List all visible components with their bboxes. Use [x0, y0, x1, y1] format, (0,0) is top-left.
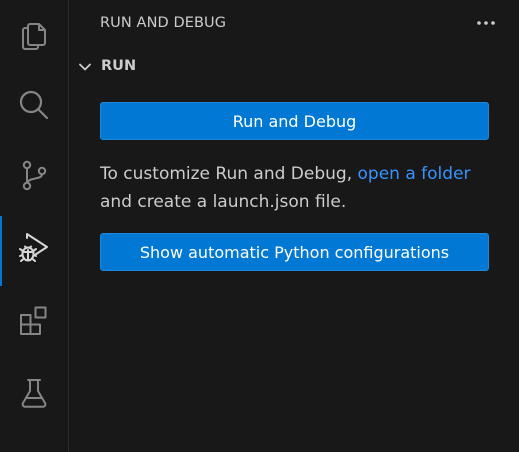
activity-search[interactable]	[0, 70, 68, 140]
files-icon	[22, 23, 46, 50]
vscode-window: RUN AND DEBUG RUN Run and Debug To custo…	[0, 0, 519, 452]
activity-source-control[interactable]	[0, 140, 68, 210]
open-folder-link[interactable]: open a folder	[358, 164, 471, 184]
activity-testing[interactable]	[0, 358, 68, 428]
extensions-icon	[20, 306, 47, 335]
activity-run-and-debug[interactable]	[0, 212, 68, 286]
welcome-message: To customize Run and Debug, open a folde…	[100, 160, 500, 216]
chevron-down-icon	[79, 63, 91, 71]
activity-bar	[0, 0, 69, 452]
message-text-2: and create a launch.json file.	[100, 192, 347, 212]
source-control-icon	[22, 160, 47, 191]
ellipsis-icon	[477, 21, 495, 25]
sidebar-header: RUN AND DEBUG	[70, 0, 519, 46]
activity-extensions[interactable]	[0, 286, 68, 356]
run-debug-icon	[19, 233, 48, 262]
show-python-configurations-button[interactable]: Show automatic Python configurations	[100, 233, 489, 271]
flask-icon	[21, 379, 47, 408]
activity-explorer[interactable]	[0, 0, 68, 70]
run-and-debug-button[interactable]: Run and Debug	[100, 102, 489, 140]
message-text: To customize Run and Debug,	[100, 164, 358, 184]
search-icon	[19, 90, 49, 120]
section-title: RUN	[101, 58, 137, 74]
sidebar-title: RUN AND DEBUG	[100, 15, 227, 31]
more-actions-button[interactable]	[473, 12, 499, 34]
run-and-debug-sidebar: RUN AND DEBUG RUN Run and Debug To custo…	[70, 0, 519, 452]
run-section-header[interactable]: RUN	[70, 54, 519, 80]
